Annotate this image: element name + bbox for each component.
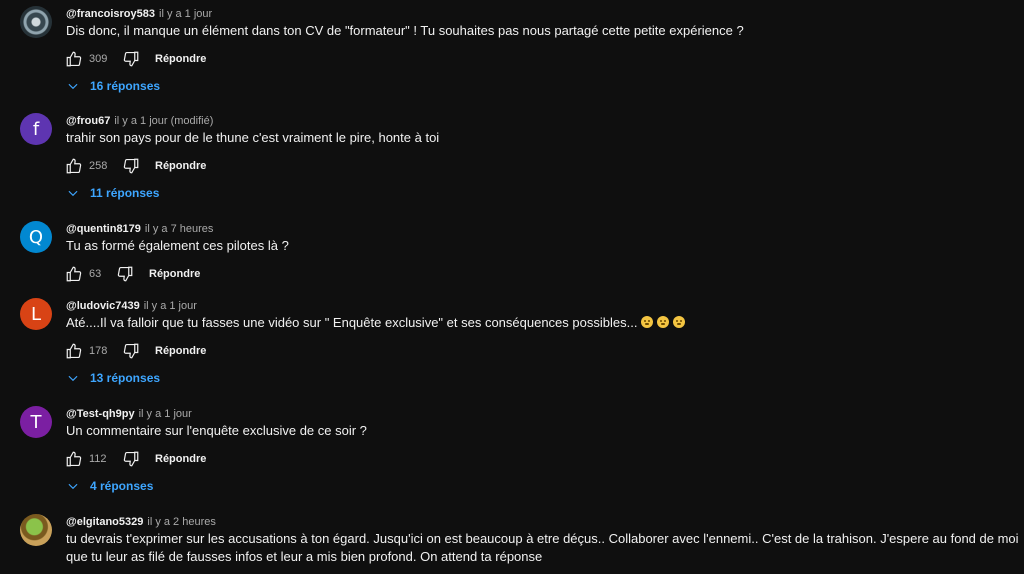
reply-button[interactable]: Répondre (155, 453, 206, 465)
like-button[interactable] (64, 449, 84, 469)
comment-time[interactable]: il y a 1 jour (modifié) (114, 115, 213, 127)
thumbs-up-icon (66, 266, 82, 282)
comment-text: Até....Il va falloir que tu fasses une v… (66, 314, 1021, 332)
comment-text: trahir son pays pour de le thune c'est v… (66, 130, 440, 145)
avatar[interactable] (20, 6, 52, 38)
reply-button[interactable]: Répondre (149, 268, 200, 280)
chevron-down-icon (68, 83, 78, 90)
thumbs-down-icon (123, 158, 139, 174)
like-count: 309 (89, 53, 108, 65)
avatar[interactable]: T (20, 406, 52, 438)
shushing-face-emoji (641, 316, 654, 328)
comment-author[interactable]: @ludovic7439 (66, 300, 140, 312)
comment-author[interactable]: @frou67 (66, 115, 110, 127)
comment-text: Tu as formé également ces pilotes là ? (66, 238, 289, 253)
like-count: 258 (89, 160, 108, 172)
comment-text: Un commentaire sur l'enquête exclusive d… (66, 423, 367, 438)
like-button[interactable] (64, 341, 84, 361)
chevron-down-icon (68, 375, 78, 382)
thumbs-down-icon (117, 266, 133, 282)
dislike-button[interactable] (121, 156, 141, 176)
comment-time[interactable]: il y a 1 jour (159, 8, 212, 20)
view-replies-button[interactable]: 4 réponses (66, 476, 153, 496)
dislike-button[interactable] (121, 49, 141, 69)
reply-button[interactable]: Répondre (155, 160, 206, 172)
dislike-button[interactable] (121, 449, 141, 469)
avatar-letter: L (30, 303, 42, 325)
comment-text: tu devrais t'exprimer sur les accusation… (66, 531, 1019, 564)
avatar[interactable]: Q (20, 221, 52, 253)
dislike-button[interactable] (115, 264, 135, 284)
like-button[interactable] (64, 264, 84, 284)
dislike-button[interactable] (121, 341, 141, 361)
comment-text-body: Até....Il va falloir que tu fasses une v… (66, 315, 638, 330)
avatar[interactable]: f (20, 113, 52, 145)
shushing-face-emoji (673, 316, 686, 328)
comment-author[interactable]: @francoisroy583 (66, 8, 155, 20)
like-count: 178 (89, 345, 108, 357)
comment-author[interactable]: @quentin8179 (66, 223, 141, 235)
avatar-letter: Q (28, 226, 44, 248)
avatar[interactable]: L (20, 298, 52, 330)
thumbs-down-icon (123, 51, 139, 67)
chevron-down-icon (68, 483, 78, 490)
thumbs-up-icon (66, 51, 82, 67)
reply-button[interactable]: Répondre (155, 345, 206, 357)
reply-button[interactable]: Répondre (155, 53, 206, 65)
comment-time[interactable]: il y a 1 jour (144, 300, 197, 312)
avatar-letter: T (30, 411, 42, 433)
thumbs-up-icon (66, 343, 82, 359)
comment-author[interactable]: @elgitano5329 (66, 516, 143, 528)
view-replies-button[interactable]: 16 réponses (66, 76, 160, 96)
thumbs-down-icon (123, 451, 139, 467)
like-count: 112 (89, 453, 107, 465)
like-button[interactable] (64, 49, 84, 69)
like-count: 63 (89, 268, 102, 280)
comment-time[interactable]: il y a 2 heures (147, 516, 215, 528)
view-replies-button[interactable]: 13 réponses (66, 368, 160, 388)
thumbs-up-icon (66, 451, 82, 467)
avatar-letter: f (32, 118, 40, 140)
avatar[interactable] (20, 514, 52, 546)
like-button[interactable] (64, 156, 84, 176)
thumbs-down-icon (123, 343, 139, 359)
replies-count-label: 16 réponses (90, 79, 161, 93)
view-replies-button[interactable]: 11 réponses (66, 183, 159, 203)
comment-author[interactable]: @Test-qh9py (66, 408, 135, 420)
comment-text: Dis donc, il manque un élément dans ton … (66, 23, 744, 38)
replies-count-label: 13 réponses (90, 371, 161, 385)
thumbs-up-icon (66, 158, 82, 174)
comment-time[interactable]: il y a 1 jour (139, 408, 192, 420)
comment-time[interactable]: il y a 7 heures (145, 223, 213, 235)
chevron-down-icon (68, 190, 78, 197)
replies-count-label: 11 réponses (90, 186, 160, 200)
replies-count-label: 4 réponses (90, 479, 154, 493)
shushing-face-emoji (657, 316, 670, 328)
